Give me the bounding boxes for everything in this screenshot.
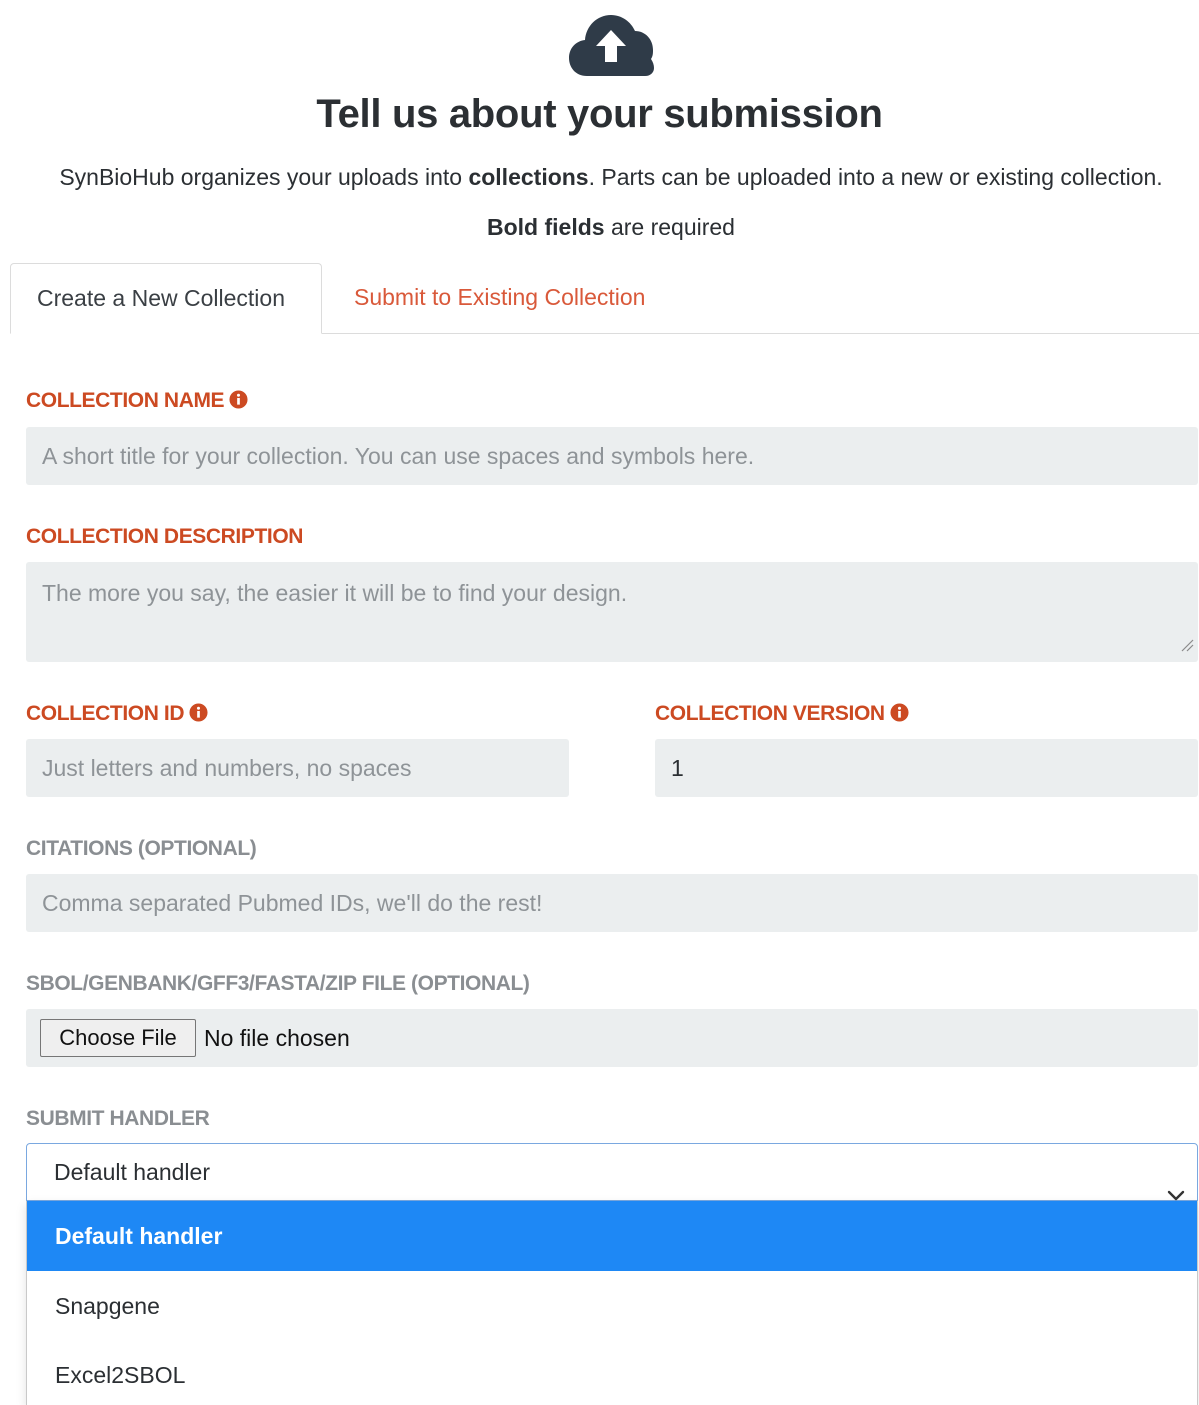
submit-handler-select[interactable]: Default handler — [26, 1143, 1198, 1201]
collection-name-label-text: COLLECTION NAME — [26, 389, 225, 412]
required-note: Bold fields are required — [0, 214, 1199, 241]
submit-handler-label: SUBMIT HANDLER — [26, 1107, 210, 1131]
file-status-text: No file chosen — [204, 1025, 350, 1051]
dropdown-option-excel2sbol[interactable]: Excel2SBOL — [27, 1340, 1197, 1405]
file-upload-field: Choose File No file chosen — [26, 1009, 1198, 1067]
collection-id-input[interactable]: Just letters and numbers, no spaces — [26, 739, 569, 797]
tab-bar: Create a New Collection Submit to Existi… — [10, 263, 1199, 334]
tab-submit-existing-collection[interactable]: Submit to Existing Collection — [354, 263, 714, 333]
info-circle-icon[interactable] — [229, 390, 248, 415]
collection-description-textarea[interactable]: The more you say, the easier it will be … — [26, 562, 1198, 662]
intro-text-prefix: SynBioHub organizes your uploads into — [59, 164, 469, 190]
collection-id-label-text: COLLECTION ID — [26, 702, 185, 725]
cloud-upload-icon — [567, 12, 655, 78]
collection-description-label: COLLECTION DESCRIPTION — [26, 525, 303, 549]
submit-handler-label-text: SUBMIT HANDLER — [26, 1107, 210, 1130]
info-circle-icon[interactable] — [890, 703, 909, 728]
collection-name-label: COLLECTION NAME — [26, 389, 248, 415]
collection-version-label: COLLECTION VERSION — [655, 702, 909, 728]
choose-file-button[interactable]: Choose File — [40, 1019, 196, 1057]
citations-input[interactable]: Comma separated Pubmed IDs, we'll do the… — [26, 874, 1198, 932]
collection-id-label: COLLECTION ID — [26, 702, 208, 728]
intro-text-suffix: . Parts can be uploaded into a new or ex… — [588, 164, 1163, 190]
citations-placeholder: Comma separated Pubmed IDs, we'll do the… — [42, 890, 543, 916]
citations-label: CITATIONS (OPTIONAL) — [26, 837, 257, 861]
collection-name-input[interactable]: A short title for your collection. You c… — [26, 427, 1198, 485]
collection-version-input[interactable]: 1 — [655, 739, 1198, 797]
intro-text-bold: collections — [468, 164, 589, 190]
resize-grip-icon[interactable] — [1180, 631, 1194, 658]
required-note-suffix: are required — [604, 214, 735, 240]
citations-label-text: CITATIONS (OPTIONAL) — [26, 837, 257, 860]
tab-create-new-collection[interactable]: Create a New Collection — [10, 263, 322, 334]
dropdown-option-default-handler[interactable]: Default handler — [27, 1201, 1197, 1271]
collection-id-placeholder: Just letters and numbers, no spaces — [42, 755, 412, 781]
submission-page: Tell us about your submission SynBioHub … — [0, 0, 1199, 1405]
submit-handler-selected-value: Default handler — [54, 1159, 210, 1185]
collection-version-label-text: COLLECTION VERSION — [655, 702, 885, 725]
collection-version-value: 1 — [671, 755, 684, 781]
collection-description-placeholder: The more you say, the easier it will be … — [42, 580, 628, 606]
collection-description-label-text: COLLECTION DESCRIPTION — [26, 525, 304, 548]
file-upload-label-text: SBOL/GENBANK/GFF3/FASTA/ZIP FILE (OPTION… — [26, 972, 530, 995]
submit-handler-dropdown: Default handler Snapgene Excel2SBOL — [26, 1201, 1198, 1405]
dropdown-option-snapgene[interactable]: Snapgene — [27, 1271, 1197, 1341]
intro-text: SynBioHub organizes your uploads into co… — [0, 164, 1199, 191]
collection-name-placeholder: A short title for your collection. You c… — [42, 443, 755, 469]
page-title: Tell us about your submission — [316, 92, 883, 136]
info-circle-icon[interactable] — [189, 703, 208, 728]
required-note-bold: Bold fields — [487, 214, 605, 240]
file-upload-label: SBOL/GENBANK/GFF3/FASTA/ZIP FILE (OPTION… — [26, 972, 530, 996]
